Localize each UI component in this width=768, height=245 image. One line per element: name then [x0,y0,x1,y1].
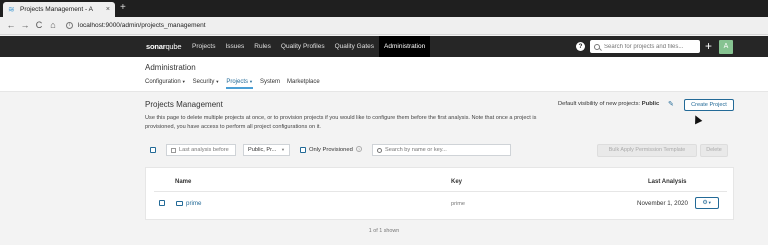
home-icon[interactable]: ⌂ [46,21,60,30]
page-section-title: Administration [145,63,196,72]
page-description: Use this page to delete multiple project… [145,115,537,130]
global-search[interactable] [590,40,700,53]
search-icon [377,147,382,153]
subnav-security[interactable]: Security▼ [193,79,220,89]
browser-navbar: ← → C ⌂ i localhost:9000/admin/projects_… [0,17,768,35]
column-header-key: Key [451,179,463,185]
column-header-name: Name [175,179,192,185]
main-menu: Projects Issues Rules Quality Profiles Q… [187,36,431,57]
shown-count: 1 of 1 shown [368,228,400,234]
browser-tab-title: Projects Management - A [20,6,93,13]
delete-button[interactable]: Delete [700,144,728,157]
admin-subnav: Configuration▼ Security▼ Projects▼ Syste… [145,79,327,89]
divider [154,191,727,192]
nav-quality-gates[interactable]: Quality Gates [330,36,379,57]
new-tab-icon[interactable]: + [120,3,126,13]
chevron-down-icon: ▼ [215,79,220,84]
global-navigation: sonarqube Projects Issues Rules Quality … [0,36,768,57]
browser-tab[interactable]: ≋ Projects Management - A × [3,2,115,17]
subnav-marketplace[interactable]: Marketplace [287,79,320,89]
bulk-apply-template-button[interactable]: Bulk Apply Permission Template [597,144,697,157]
default-visibility: Default visibility of new projects: Publ… [558,101,660,107]
nav-administration[interactable]: Administration [379,36,431,57]
avatar[interactable]: A [719,40,733,54]
edit-visibility-icon[interactable]: ✎ [668,100,674,108]
admin-header: Administration Configuration▼ Security▼ … [0,57,768,92]
search-icon [594,43,600,50]
reload-icon[interactable]: C [32,21,46,30]
create-project-button[interactable]: Create Project [684,99,734,111]
site-info-icon[interactable]: i [66,22,73,29]
browser-tab-bar: ≋ Projects Management - A × + [0,0,768,17]
chevron-down-icon: ▼ [249,79,253,84]
projects-table [145,167,734,220]
subnav-system[interactable]: System [260,79,280,89]
help-tooltip-icon[interactable]: ? [356,146,362,152]
address-bar[interactable]: i localhost:9000/admin/projects_manageme… [66,22,206,29]
project-search-input[interactable] [385,147,505,153]
project-actions-button[interactable]: ⚙▼ [695,197,719,209]
subnav-configuration[interactable]: Configuration▼ [145,79,186,89]
create-new-icon[interactable]: + [705,40,712,52]
sonarqube-favicon-icon: ≋ [8,4,15,14]
nav-quality-profiles[interactable]: Quality Profiles [276,36,330,57]
select-all-checkbox[interactable] [150,147,156,153]
help-icon[interactable]: ? [576,42,585,51]
column-header-last-analysis: Last Analysis [648,179,687,185]
chevron-down-icon: ▼ [181,79,186,84]
nav-issues[interactable]: Issues [220,36,249,57]
page-title: Projects Management [145,100,223,109]
url-text[interactable]: localhost:9000/admin/projects_management [78,22,206,29]
forward-icon[interactable]: → [18,21,32,30]
nav-projects[interactable]: Projects [187,36,220,57]
project-search[interactable] [372,144,511,156]
close-tab-icon[interactable]: × [106,6,110,13]
calendar-icon [171,147,176,153]
project-name-link[interactable]: prime [176,200,201,207]
mouse-cursor-icon [691,113,703,125]
chevron-down-icon: ▼ [707,200,712,205]
visibility-value: Public [641,101,660,107]
global-search-input[interactable] [604,43,694,50]
only-provisioned-label: Only Provisioned [309,147,353,153]
project-key: prime [451,201,465,207]
back-icon[interactable]: ← [4,21,18,30]
row-checkbox[interactable] [159,200,165,206]
last-analysis-date-input[interactable]: Last analysis before [166,144,236,156]
subnav-projects[interactable]: Projects▼ [226,79,253,89]
sonarqube-logo[interactable]: sonarqube [146,42,182,51]
nav-rules[interactable]: Rules [249,36,276,57]
chevron-down-icon: ▼ [281,147,285,152]
project-icon [176,201,183,206]
visibility-filter-select[interactable]: Public, Pr... ▼ [243,144,290,156]
project-last-analysis: November 1, 2020 [637,200,688,207]
only-provisioned-checkbox[interactable] [300,147,306,153]
